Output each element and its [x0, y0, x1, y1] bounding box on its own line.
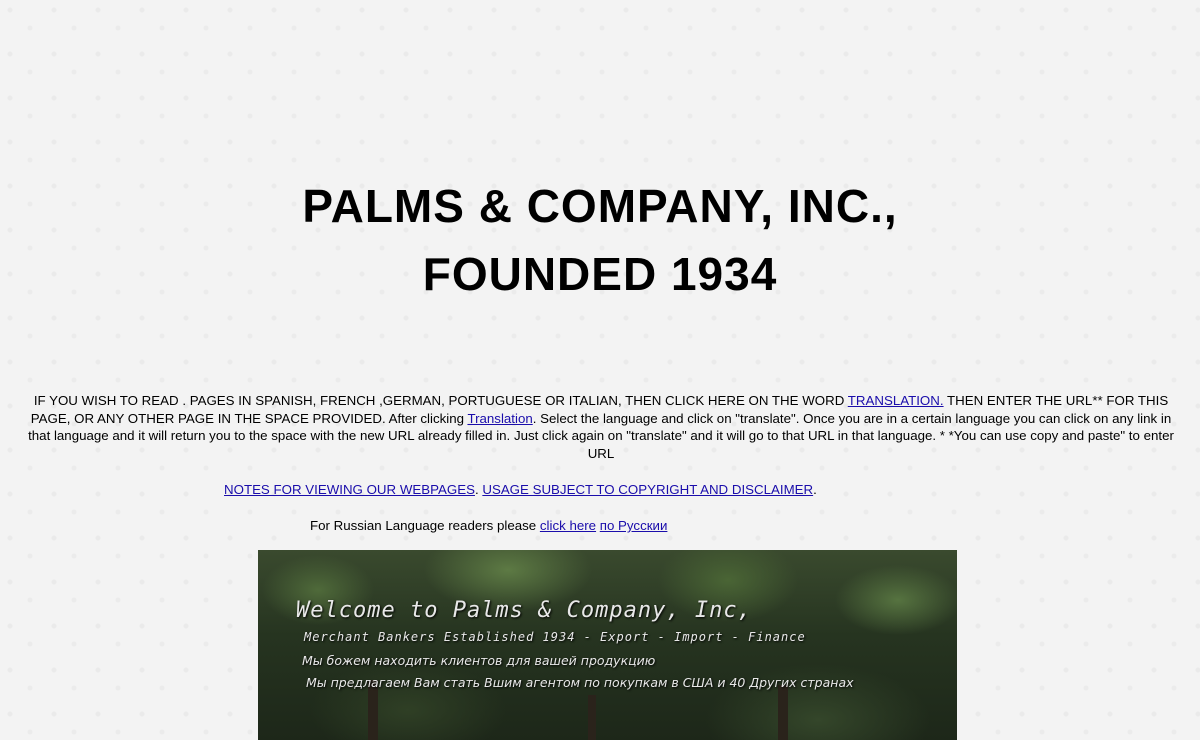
- russian-language-link[interactable]: по Русскии: [600, 518, 668, 533]
- page-title: PALMS & COMPANY, INC., FOUNDED 1934: [0, 172, 1200, 308]
- translation-link-2[interactable]: Translation: [467, 411, 532, 426]
- tree-trunk: [778, 685, 788, 740]
- notes-for-viewing-link[interactable]: NOTES FOR VIEWING OUR WEBPAGES: [224, 482, 475, 497]
- notes-end-period: .: [813, 482, 817, 497]
- notes-links: NOTES FOR VIEWING OUR WEBPAGES. USAGE SU…: [224, 481, 817, 498]
- banner-welcome-text: Welcome to Palms & Company, Inc,: [296, 598, 752, 623]
- banner-subtitle: Merchant Bankers Established 1934 - Expo…: [304, 630, 806, 644]
- page-title-line2: FOUNDED 1934: [422, 248, 778, 300]
- page-title-line1: PALMS & COMPANY, INC.,: [302, 180, 898, 232]
- russian-click-here-link[interactable]: click here: [540, 518, 596, 533]
- welcome-banner-image: Welcome to Palms & Company, Inc, Merchan…: [258, 550, 957, 740]
- translation-text-part1: IF YOU WISH TO READ . PAGES IN SPANISH, …: [33, 393, 848, 408]
- translation-link[interactable]: TRANSLATION.: [848, 393, 944, 408]
- russian-prefix: For Russian Language readers please: [310, 518, 540, 533]
- banner-russian-line1: Мы божем находить клиентов для вашей про…: [302, 653, 656, 668]
- tree-trunk: [588, 695, 596, 740]
- russian-readers-line: For Russian Language readers please clic…: [310, 517, 667, 534]
- usage-copyright-link[interactable]: USAGE SUBJECT TO COPYRIGHT AND DISCLAIME…: [482, 482, 813, 497]
- banner-russian-line2: Мы предлагаем Вам стать Вшим агентом по …: [306, 675, 854, 690]
- translation-instructions: IF YOU WISH TO READ . PAGES IN SPANISH, …: [20, 392, 1182, 462]
